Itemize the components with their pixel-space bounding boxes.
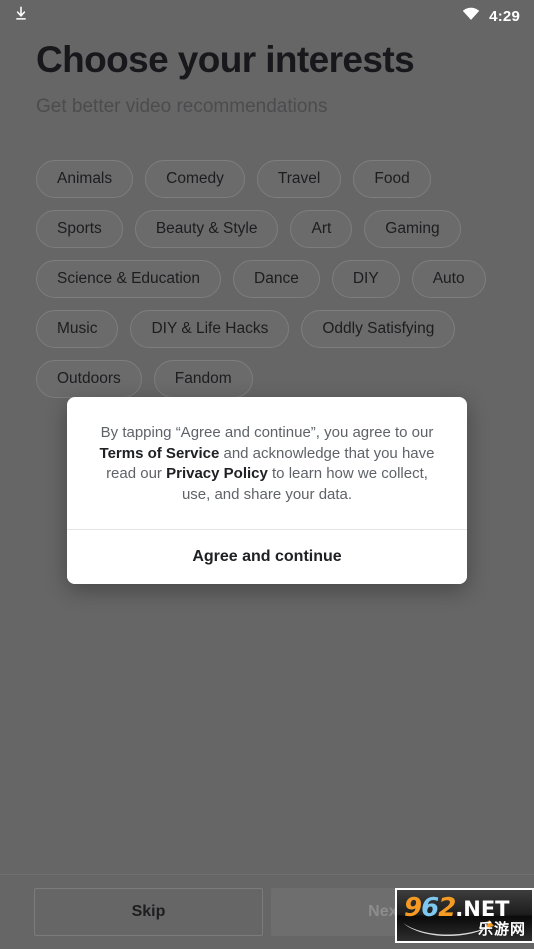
- page-title: Choose your interests: [36, 39, 415, 80]
- interest-chip[interactable]: Animals: [36, 160, 134, 198]
- skip-button[interactable]: Skip: [34, 888, 263, 936]
- dialog-message: By tapping “Agree and continue”, you agr…: [67, 397, 467, 529]
- dialog-message-part-1: By tapping “Agree and continue”, you agr…: [100, 424, 434, 441]
- app-screen: 4:29 Choose your interests Get better vi…: [0, 0, 534, 949]
- privacy-policy-link[interactable]: Privacy Policy: [166, 465, 268, 482]
- interest-chip[interactable]: Art: [290, 210, 353, 248]
- site-watermark: 962.NET 乐游网: [395, 888, 534, 943]
- interest-chip[interactable]: Beauty & Style: [134, 210, 279, 248]
- terms-of-service-link[interactable]: Terms of Service: [100, 445, 220, 462]
- interest-chip[interactable]: Travel: [256, 160, 342, 198]
- interest-chip[interactable]: Comedy: [145, 160, 245, 198]
- interest-chip[interactable]: DIY & Life Hacks: [130, 310, 290, 348]
- status-bar-clock: 4:29: [489, 7, 520, 25]
- terms-consent-dialog: By tapping “Agree and continue”, you agr…: [67, 397, 467, 584]
- interest-chip[interactable]: Fandom: [153, 360, 253, 398]
- watermark-digit-2: 2: [438, 893, 456, 923]
- interest-chip[interactable]: Dance: [233, 260, 320, 298]
- agree-and-continue-button[interactable]: Agree and continue: [67, 530, 467, 584]
- interest-chip[interactable]: Gaming: [364, 210, 461, 248]
- wifi-icon: [462, 7, 480, 26]
- interest-chip[interactable]: DIY: [331, 260, 400, 298]
- status-bar: 4:29: [0, 0, 534, 32]
- watermark-digit-6: 6: [421, 893, 439, 923]
- status-bar-right: 4:29: [462, 7, 520, 26]
- interest-chip-list: Animals Comedy Travel Food Sports Beauty & St…: [36, 160, 506, 398]
- interest-chip[interactable]: Oddly Satisfying: [301, 310, 456, 348]
- watermark-subtitle: 乐游网: [477, 920, 526, 938]
- watermark-digit-9: 9: [404, 893, 422, 923]
- interest-chip[interactable]: Outdoors: [36, 360, 142, 398]
- page-subtitle: Get better video recommendations: [36, 96, 328, 117]
- interest-chip[interactable]: Sports: [36, 210, 123, 248]
- interest-chip[interactable]: Auto: [411, 260, 486, 298]
- interest-chip[interactable]: Music: [36, 310, 119, 348]
- interest-chip[interactable]: Science & Education: [36, 260, 222, 298]
- download-icon: [12, 5, 30, 28]
- interest-chip[interactable]: Food: [353, 160, 431, 198]
